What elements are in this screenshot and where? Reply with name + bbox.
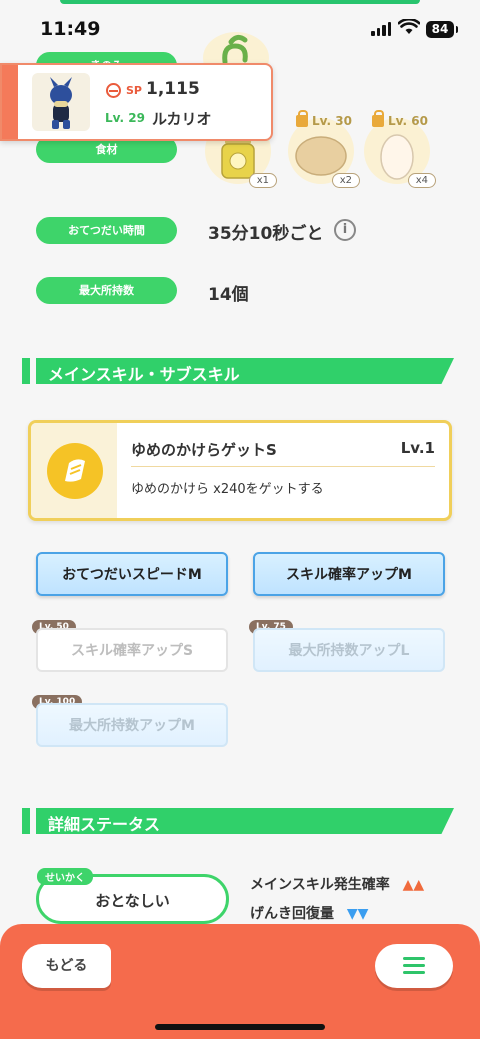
sub-skill-1[interactable]: おてつだいスピードM xyxy=(36,552,228,596)
main-skill-level: Lv.1 xyxy=(400,439,435,457)
nature-effect-down: げんき回復量 ▼▼ xyxy=(250,906,369,922)
home-indicator[interactable] xyxy=(155,1024,325,1030)
main-skill-name: ゆめのかけらゲットS xyxy=(131,441,277,459)
skills-section-header: メインスキル・サブスキル xyxy=(22,358,454,384)
carry-limit-label: 最大所持数 xyxy=(36,277,177,304)
pokemon-summary-card[interactable]: SP 1,115 Lv. 29 ルカリオ xyxy=(0,63,273,141)
menu-icon-line xyxy=(403,971,425,974)
ingredient-count: x4 xyxy=(407,173,436,188)
lock-icon xyxy=(372,110,384,127)
menu-button[interactable] xyxy=(375,944,453,988)
wifi-icon xyxy=(398,19,420,34)
main-skill-description: ゆめのかけら x240をゲットする xyxy=(131,482,324,497)
sub-skill-4[interactable]: 最大所持数アップL xyxy=(253,628,445,672)
sp-label: SP xyxy=(126,84,142,97)
pokemon-portrait xyxy=(32,73,90,131)
help-time-label: おてつだい時間 xyxy=(36,217,177,244)
ingredient-count: x1 xyxy=(248,173,277,188)
up-arrows-icon: ▲▲ xyxy=(402,877,425,893)
section-title: メインスキル・サブスキル xyxy=(48,365,240,384)
ingredient-count: x2 xyxy=(331,173,360,188)
unlock-level: Lv. 60 xyxy=(372,110,428,128)
back-button[interactable]: もどる xyxy=(22,944,111,988)
section-tick xyxy=(22,808,30,834)
detail-section-header: 詳細ステータス xyxy=(22,808,454,834)
menu-icon xyxy=(403,957,425,960)
bottom-bar: もどる xyxy=(0,924,480,1039)
menu-icon-line xyxy=(403,964,425,967)
top-accent-line xyxy=(60,0,420,4)
sub-skill-3[interactable]: スキル確率アップS xyxy=(36,628,228,672)
pokemon-name: ルカリオ xyxy=(152,110,212,128)
nature-effect-up: メインスキル発生確率 ▲▲ xyxy=(250,877,425,893)
main-skill-card[interactable]: ゆめのかけらゲットS Lv.1 ゆめのかけら x240をゲットする xyxy=(28,420,452,521)
carry-limit-value: 14個 xyxy=(208,285,249,305)
status-time: 11:49 xyxy=(40,18,101,40)
sp-icon xyxy=(106,83,121,98)
nature-box[interactable]: せいかく おとなしい xyxy=(36,868,229,924)
card-accent-stripe xyxy=(2,65,18,139)
sub-skill-5[interactable]: 最大所持数アップM xyxy=(36,703,228,747)
battery-indicator: 84 xyxy=(426,21,458,38)
pokemon-level: Lv. 29 xyxy=(105,111,145,125)
dream-shard-icon xyxy=(47,443,103,499)
down-arrows-icon: ▼▼ xyxy=(346,906,369,922)
ingredient-slot-2[interactable]: Lv. 30 x2 xyxy=(288,110,360,188)
lock-icon xyxy=(296,110,308,127)
section-title: 詳細ステータス xyxy=(48,815,161,834)
help-time-value: 35分10秒ごと xyxy=(208,224,324,244)
signal-icon xyxy=(371,22,391,36)
section-tick xyxy=(22,358,30,384)
ingredient-slot-3[interactable]: Lv. 60 x4 xyxy=(364,110,436,188)
divider xyxy=(131,466,435,467)
nature-tag: せいかく xyxy=(37,868,93,885)
sub-skill-2[interactable]: スキル確率アップM xyxy=(253,552,445,596)
potato-icon xyxy=(295,136,347,176)
nature-value: おとなしい xyxy=(95,892,170,910)
sp-value: 1,115 xyxy=(146,79,200,99)
unlock-level: Lv. 30 xyxy=(296,110,352,128)
info-icon[interactable]: i xyxy=(334,219,356,241)
